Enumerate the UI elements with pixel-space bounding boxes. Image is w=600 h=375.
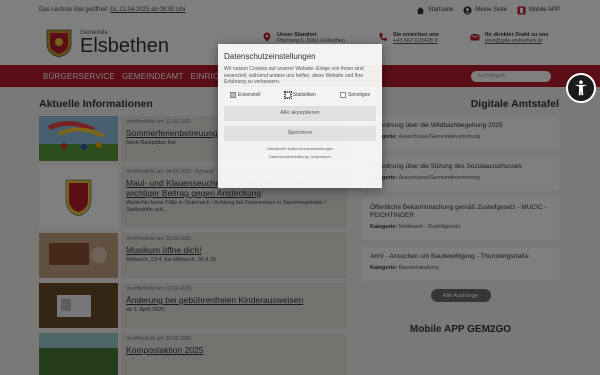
cookie-options: Essenziell Statistiken Sonstiges bbox=[230, 90, 370, 99]
checkbox-box bbox=[283, 90, 292, 99]
save-button[interactable]: Speichern bbox=[224, 125, 376, 141]
statistics-checkbox[interactable]: Statistiken bbox=[283, 90, 316, 99]
individual-settings-link[interactable]: Individuelle Datenschutzeinstellungen bbox=[224, 146, 376, 151]
privacy-imprint-links[interactable]: Datenschutzerklärung | Impressum bbox=[224, 154, 376, 159]
accessibility-icon bbox=[574, 80, 588, 96]
accessibility-button[interactable] bbox=[566, 73, 596, 103]
other-checkbox[interactable]: Sonstiges bbox=[340, 91, 370, 98]
essential-checkbox[interactable]: Essenziell bbox=[230, 91, 261, 98]
checkbox-box bbox=[230, 91, 236, 98]
cookie-dialog-title: Datenschutzeinstellungen bbox=[224, 52, 316, 61]
accept-all-button[interactable]: Alle akzeptieren bbox=[224, 105, 376, 121]
cookie-dialog-text: Wir nutzen Cookies auf unserer Website. … bbox=[224, 66, 364, 85]
checkbox-box bbox=[340, 91, 347, 98]
cookie-consent-dialog: Datenschutzeinstellungen Wir nutzen Cook… bbox=[218, 44, 382, 188]
